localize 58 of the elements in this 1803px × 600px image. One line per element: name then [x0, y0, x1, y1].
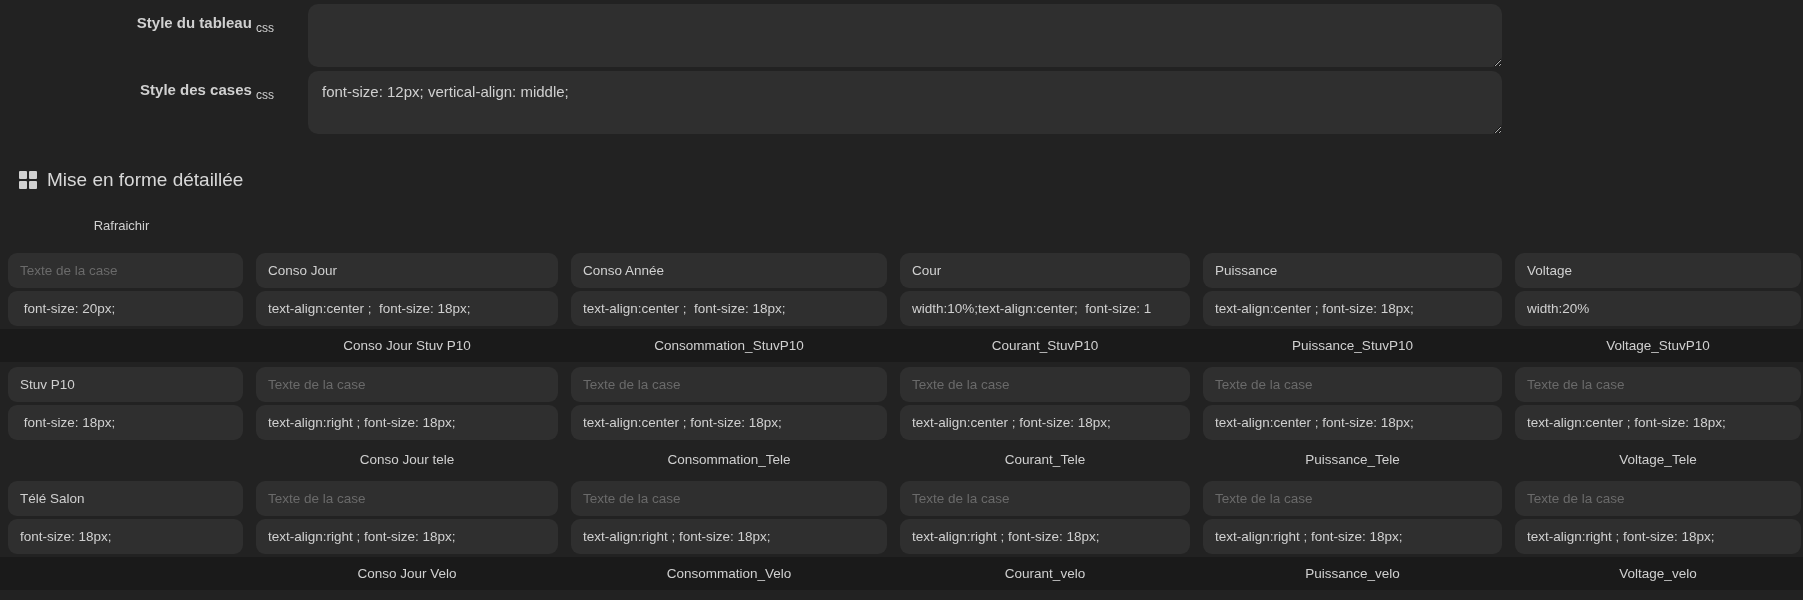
cell-style-field[interactable]: text-align:center ; font-size: 18px;	[256, 291, 558, 326]
column-binding-label: Puissance_Tele	[1305, 452, 1400, 467]
cell-text-field[interactable]: Conso Année	[571, 253, 887, 288]
cell-text-field[interactable]: Texte de la case	[571, 481, 887, 516]
refresh-link[interactable]: Rafraichir	[93, 218, 150, 248]
cell-style-field[interactable]: text-align:right ; font-size: 18px;	[900, 519, 1190, 554]
cell-style-field[interactable]: width:20%	[1515, 291, 1801, 326]
cell-text-field[interactable]: Texte de la case	[256, 481, 558, 516]
column-binding-label: Puissance_velo	[1305, 566, 1400, 581]
column-binding-label: Conso Jour Stuv P10	[343, 338, 471, 353]
grid-icon	[19, 171, 37, 189]
cell-style-field[interactable]: text-align:center ; font-size: 18px;	[571, 405, 887, 440]
cell-style-field[interactable]: width:10%;text-align:center; font-size: 1	[900, 291, 1190, 326]
cell-style-field[interactable]: text-align:center ; font-size: 18px;	[1515, 405, 1801, 440]
cell-text-field[interactable]: Télé Salon	[8, 481, 243, 516]
cell-style-field[interactable]: text-align:right ; font-size: 18px;	[1515, 519, 1801, 554]
column-binding-label: Puissance_StuvP10	[1292, 338, 1413, 353]
css-textarea[interactable]	[308, 4, 1502, 67]
cell-style-field[interactable]: text-align:right ; font-size: 18px;	[256, 519, 558, 554]
field-label: Style des cases $_{css}$	[139, 80, 274, 102]
cell-style-field[interactable]: text-align:right ; font-size: 18px;	[1203, 519, 1502, 554]
cell-text-field[interactable]: Stuv P10	[8, 367, 243, 402]
cell-text-field[interactable]: Texte de la case	[900, 367, 1190, 402]
cell-text-field[interactable]: Puissance	[1203, 253, 1502, 288]
column-binding-label: Voltage_StuvP10	[1606, 338, 1710, 353]
cell-text-field[interactable]: Texte de la case	[571, 367, 887, 402]
cell-style-field[interactable]: text-align:right ; font-size: 18px;	[256, 405, 558, 440]
column-binding-label: Conso Jour tele	[359, 452, 455, 467]
cell-text-field[interactable]: Voltage	[1515, 253, 1801, 288]
cell-style-field[interactable]: font-size: 18px;	[8, 405, 243, 440]
cell-text-field[interactable]: Texte de la case	[1515, 481, 1801, 516]
cell-style-field[interactable]: text-align:center ; font-size: 18px;	[1203, 291, 1502, 326]
column-binding-label: Consommation_StuvP10	[654, 338, 804, 353]
cell-text-field[interactable]: Texte de la case	[8, 253, 243, 288]
css-textarea[interactable]: font-size: 12px; vertical-align: middle;	[308, 71, 1502, 134]
section-title: Mise en forme détaillée	[47, 169, 244, 191]
column-binding-label: Courant_velo	[1004, 566, 1086, 581]
column-binding-label: Courant_StuvP10	[991, 338, 1099, 353]
cell-text-field[interactable]: Cour	[900, 253, 1190, 288]
field-label: Style du tableau $_{css}$	[135, 13, 274, 35]
column-binding-label: Courant_Tele	[1004, 452, 1086, 467]
cell-text-field[interactable]: Texte de la case	[256, 367, 558, 402]
column-binding-label: Consommation_Tele	[667, 452, 791, 467]
cell-style-field[interactable]: font-size: 20px;	[8, 291, 243, 326]
cell-text-field[interactable]: Conso Jour	[256, 253, 558, 288]
cell-style-field[interactable]: text-align:center ; font-size: 18px;	[1203, 405, 1502, 440]
column-binding-label: Voltage_velo	[1619, 566, 1697, 581]
cell-style-field[interactable]: text-align:center ; font-size: 18px;	[571, 291, 887, 326]
cell-text-field[interactable]: Texte de la case	[1203, 481, 1502, 516]
column-binding-label: Conso Jour Velo	[357, 566, 457, 581]
cell-text-field[interactable]: Texte de la case	[1203, 367, 1502, 402]
cell-style-field[interactable]: font-size: 18px;	[8, 519, 243, 554]
cell-text-field[interactable]: Texte de la case	[900, 481, 1190, 516]
column-binding-label: Consommation_Velo	[666, 566, 792, 581]
cell-style-field[interactable]: text-align:right ; font-size: 18px;	[571, 519, 887, 554]
cell-style-field[interactable]: text-align:center ; font-size: 18px;	[900, 405, 1190, 440]
cell-text-field[interactable]: Texte de la case	[1515, 367, 1801, 402]
column-binding-label: Voltage_Tele	[1619, 452, 1697, 467]
